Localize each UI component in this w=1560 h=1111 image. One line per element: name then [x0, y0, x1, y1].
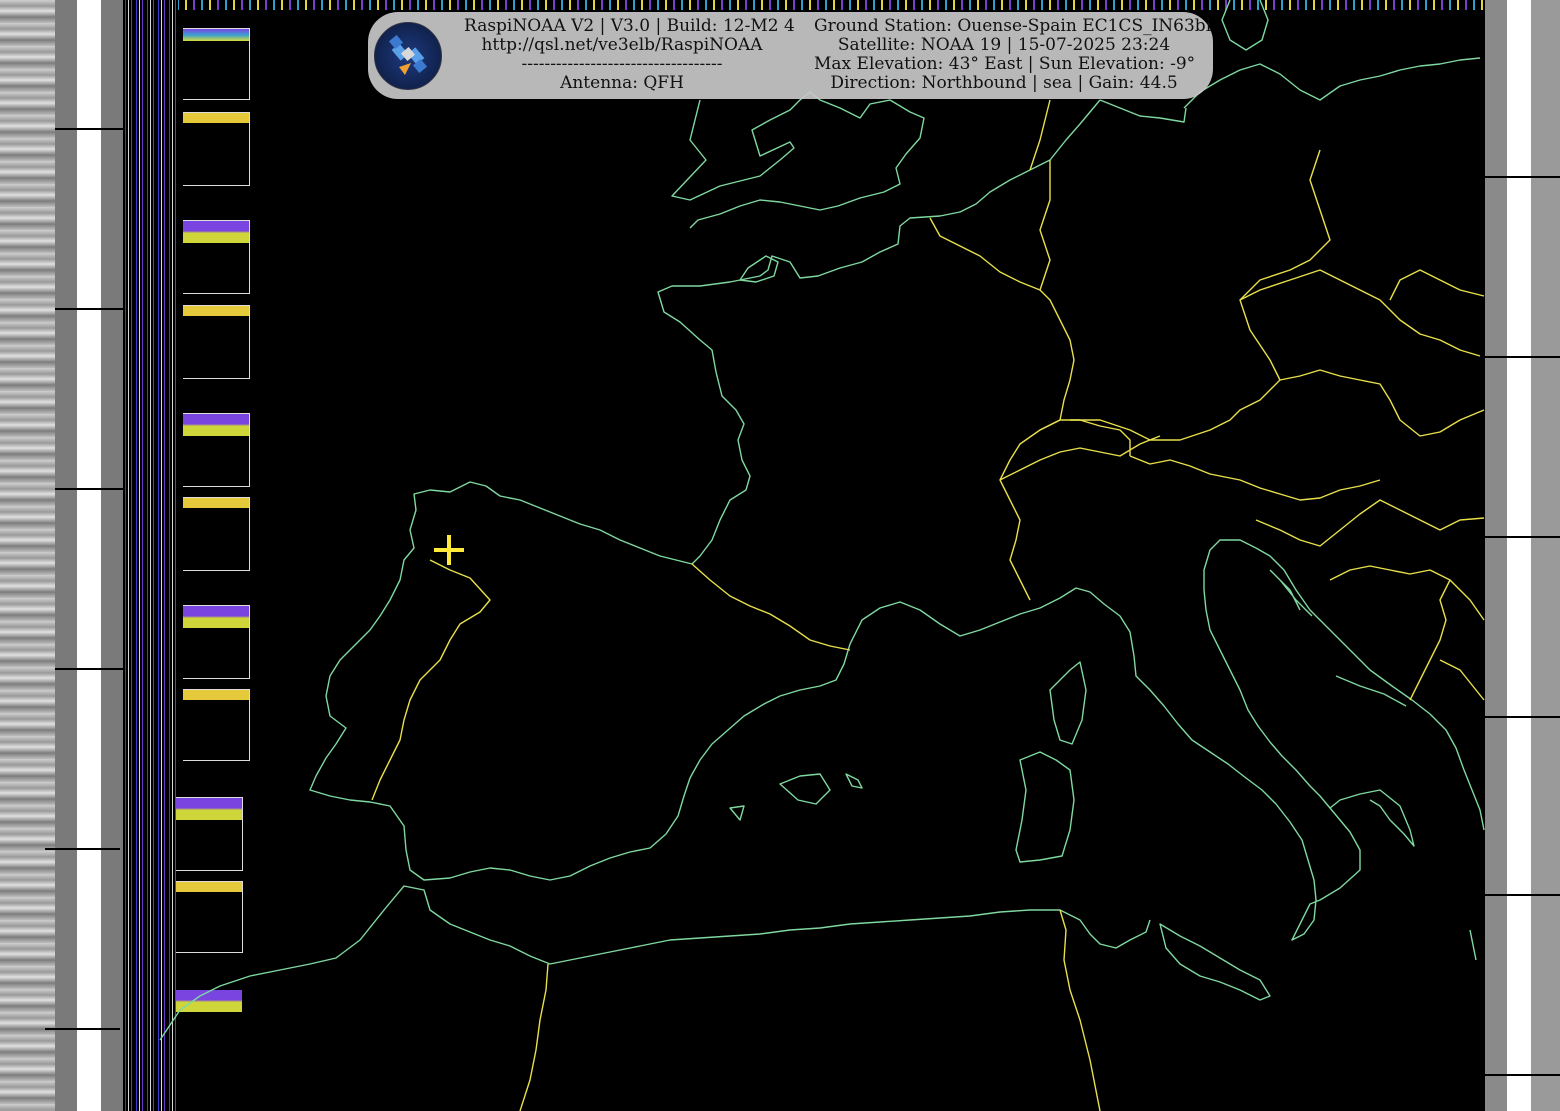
border-switzerland — [999, 419, 1161, 481]
coastlines — [159, 0, 1485, 1041]
border-serbia — [1439, 579, 1485, 701]
antenna-label: Antenna: QFH — [560, 73, 684, 93]
border-algeria-tunisia — [1059, 909, 1101, 1111]
coastline-menorca — [845, 773, 863, 789]
coastline-iberia — [309, 481, 851, 881]
coastline-ireland — [739, 255, 779, 283]
coastline-adriatic-east — [1255, 547, 1485, 961]
project-url-link[interactable]: http://qsl.net/ve3elb/RaspiNOAA — [464, 36, 780, 55]
coastline-north-germany — [1183, 57, 1481, 109]
coastline-ibiza — [729, 805, 745, 821]
ground-station-label: Ground Station: Ouense-Spain EC1CS_IN63b… — [814, 16, 1212, 36]
map-overlay — [159, 0, 1485, 1111]
satellite-icon — [374, 22, 442, 90]
coastline-corsica — [1049, 661, 1087, 745]
border-bosnia — [1329, 565, 1451, 701]
coastline-africa — [159, 885, 1151, 1041]
border-france-east — [929, 217, 1075, 601]
border-germany — [1029, 99, 1331, 441]
coastline-sardinia — [1015, 751, 1075, 863]
coastline-italy — [1133, 539, 1415, 941]
pass-info-header: RaspiNOAA V2 | V3.0 | Build: 12-M2 4 htt… — [368, 12, 1213, 99]
header-left-column: RaspiNOAA V2 | V3.0 | Build: 12-M2 4 htt… — [464, 16, 795, 93]
border-east-europe — [1389, 269, 1485, 301]
direction-gain-label: Direction: Northbound | sea | Gain: 44.5 — [830, 73, 1178, 93]
coastline-mallorca — [779, 773, 831, 805]
border-austria — [1279, 369, 1485, 437]
satellite-time-label: Satellite: NOAA 19 | 15-07-2025 23:24 — [837, 35, 1171, 55]
header-right-column: Ground Station: Ouense-Spain EC1CS_IN63b… — [814, 16, 1212, 93]
border-czech — [1239, 269, 1481, 357]
coastline-netherlands — [1099, 99, 1187, 123]
coastline-sicily — [1159, 923, 1271, 1001]
ground-station-marker — [434, 535, 464, 565]
border-morocco-algeria — [519, 963, 549, 1111]
coastline-gulf-of-lion — [849, 587, 1135, 657]
header-divider: ----------------------------------- — [521, 54, 723, 74]
elevation-label: Max Elevation: 43° East | Sun Elevation:… — [814, 54, 1196, 74]
coastline-france-north — [657, 99, 1101, 565]
coastline-denmark — [1221, 0, 1269, 51]
software-version-label: RaspiNOAA V2 | V3.0 | Build: 12-M2 4 — [464, 16, 795, 36]
border-slovenia-croatia — [1255, 499, 1485, 547]
border-france-spain — [691, 563, 851, 651]
border-italy-north — [1129, 455, 1381, 501]
coastline-britain — [671, 91, 925, 229]
border-spain-portugal — [371, 559, 491, 801]
